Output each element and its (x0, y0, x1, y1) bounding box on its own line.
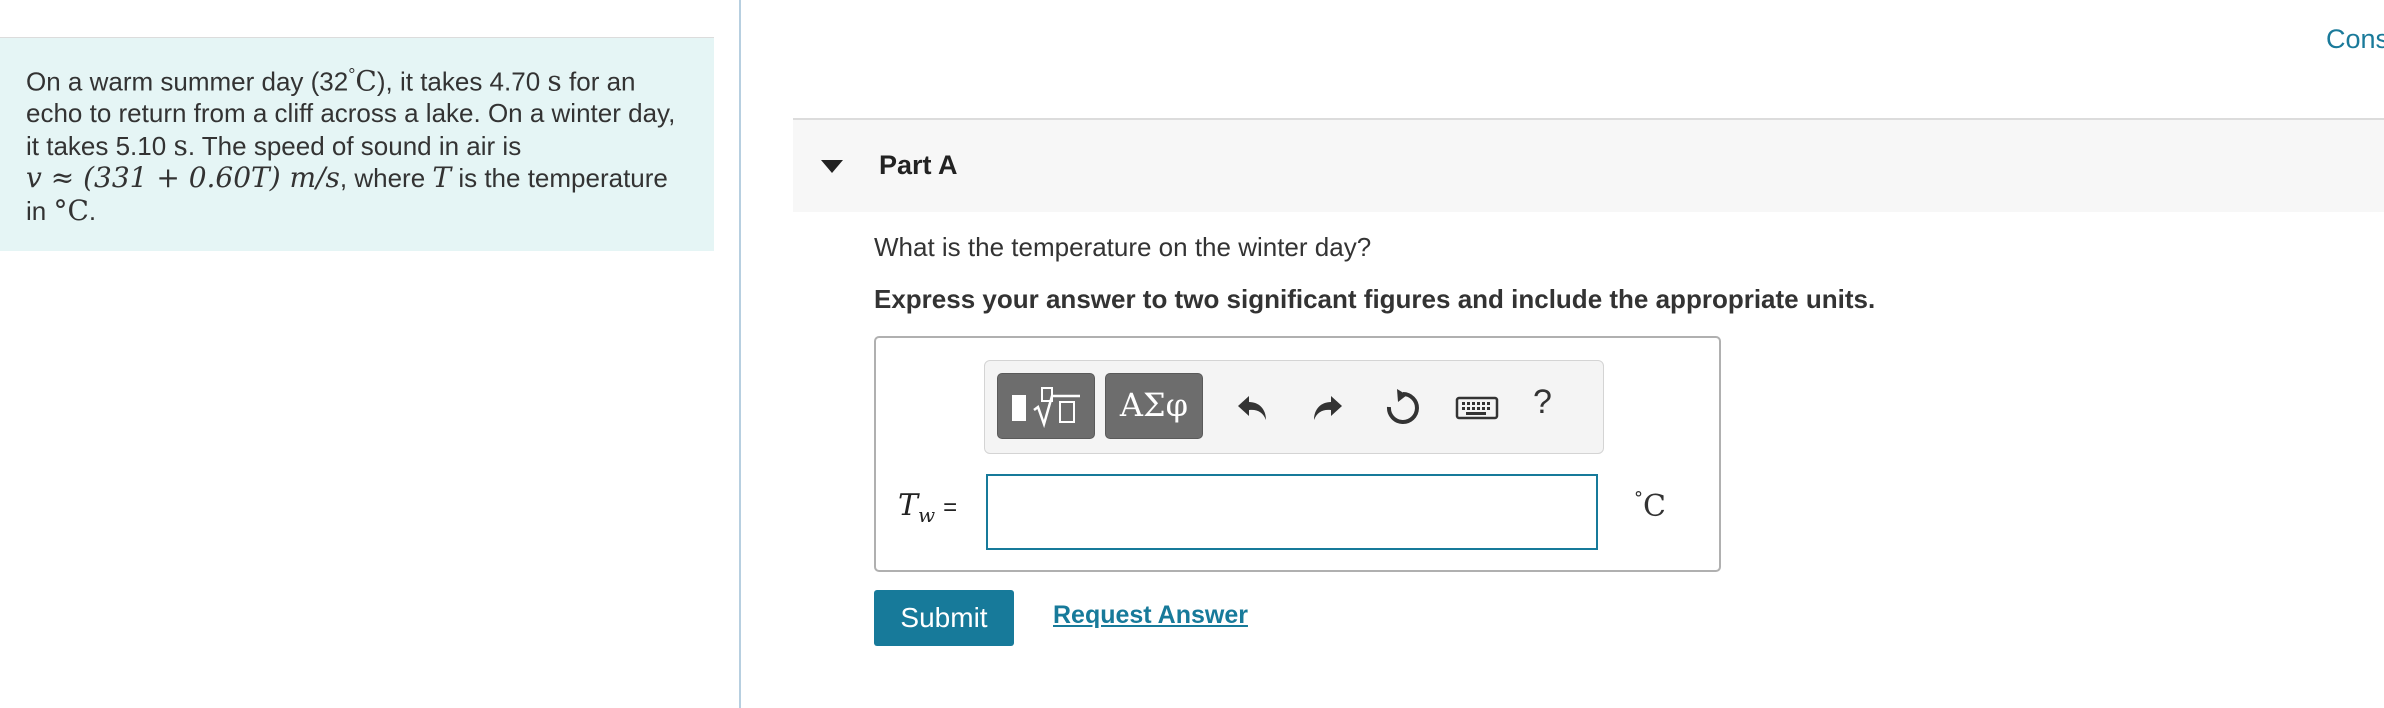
constants-link[interactable]: Cons (2326, 24, 2384, 55)
request-answer-link[interactable]: Request Answer (1053, 601, 1248, 630)
answer-instructions: Express your answer to two significant f… (874, 284, 1876, 314)
pane-divider[interactable] (739, 0, 741, 708)
math-toolbar: ΑΣφ ? (984, 360, 1604, 454)
problem-statement: On a warm summer day (32°C), it takes 4.… (0, 38, 714, 251)
reset-icon[interactable] (1381, 387, 1421, 427)
part-title: Part A (879, 150, 958, 180)
answer-unit: °C (1634, 488, 1666, 524)
part-a-header[interactable]: Part A (793, 118, 2384, 212)
templates-icon (1012, 387, 1080, 429)
help-button[interactable]: ? (1533, 383, 1552, 422)
problem-line-1: On a warm summer day (32°C), it takes 4.… (26, 64, 636, 98)
answer-input[interactable] (986, 474, 1598, 550)
problem-line-2: echo to return from a cliff across a lak… (26, 98, 676, 129)
keyboard-icon[interactable] (1455, 387, 1499, 427)
problem-pane: On a warm summer day (32°C), it takes 4.… (0, 0, 740, 708)
undo-icon[interactable] (1233, 387, 1273, 427)
submit-button[interactable]: Submit (874, 590, 1014, 646)
problem-line-4: v ≈ (331 + 0.60T) m/s, where T is the te… (26, 161, 668, 195)
redo-icon[interactable] (1307, 387, 1347, 427)
question-text: What is the temperature on the winter da… (874, 232, 1372, 262)
problem-line-5: in °C. (26, 193, 97, 227)
problem-line-3: it takes 5.10 s. The speed of sound in a… (26, 128, 522, 162)
templates-button[interactable] (997, 373, 1095, 439)
answer-box: ΑΣφ ? Tw = °C (874, 336, 1721, 572)
speed-formula: v ≈ (331 + 0.60T) m/s (26, 161, 340, 195)
collapse-caret-icon[interactable] (821, 160, 843, 173)
answer-variable-label: Tw = (898, 488, 958, 527)
greek-symbols-button[interactable]: ΑΣφ (1105, 373, 1203, 439)
